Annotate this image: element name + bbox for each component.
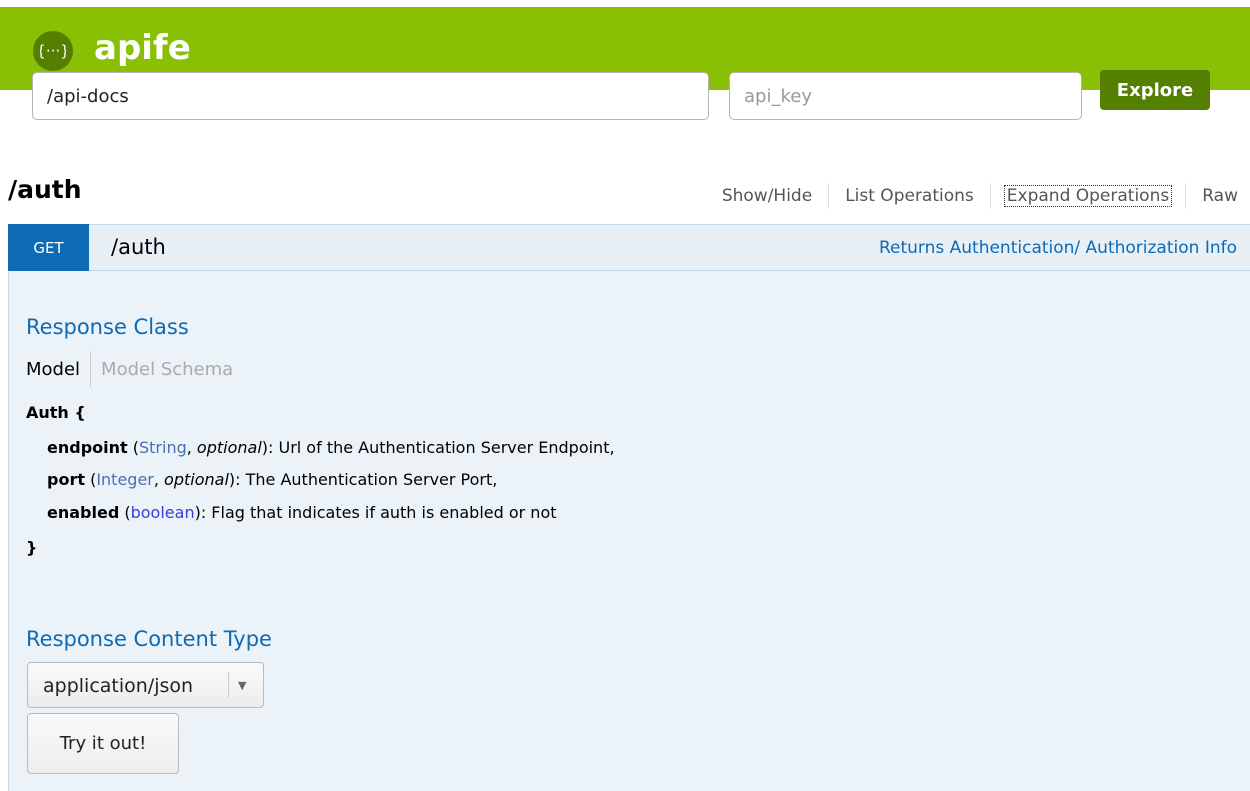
operation-content bbox=[8, 271, 1250, 791]
model-field-enabled: enabled (boolean): Flag that indicates i… bbox=[47, 503, 557, 522]
api-key-input[interactable] bbox=[729, 72, 1082, 120]
expand-operations-link[interactable]: Expand Operations bbox=[1003, 185, 1173, 207]
header-top-border bbox=[0, 0, 1250, 7]
api-url-input[interactable] bbox=[32, 72, 709, 120]
response-content-type-title: Response Content Type bbox=[26, 627, 272, 651]
http-method-badge[interactable]: GET bbox=[8, 224, 89, 271]
chevron-down-icon: ▼ bbox=[238, 679, 247, 692]
model-schema-tab[interactable]: Model Schema bbox=[91, 359, 233, 380]
list-operations-link[interactable]: List Operations bbox=[829, 186, 990, 206]
resource-title[interactable]: /auth bbox=[8, 172, 82, 208]
model-tab[interactable]: Model bbox=[26, 359, 90, 380]
content-type-value: application/json bbox=[43, 675, 194, 697]
operation-path[interactable]: /auth bbox=[111, 230, 166, 264]
resource-actions: Show/Hide List Operations Expand Operati… bbox=[706, 180, 1238, 212]
explore-button[interactable]: Explore bbox=[1100, 70, 1210, 110]
select-divider bbox=[228, 672, 229, 698]
model-close: } bbox=[26, 538, 38, 557]
model-field-port: port (Integer, optional): The Authentica… bbox=[47, 470, 498, 489]
svg-text:{···}: {···} bbox=[40, 42, 66, 60]
model-open: Auth { bbox=[26, 403, 86, 422]
braces-dots-icon[interactable]: {···} bbox=[33, 31, 73, 71]
response-class-title: Response Class bbox=[26, 315, 189, 339]
app-logo-name[interactable]: apife bbox=[94, 28, 191, 68]
operation-summary[interactable]: Returns Authentication/ Authorization In… bbox=[879, 234, 1237, 262]
link-divider bbox=[989, 183, 991, 209]
model-tabs: Model Model Schema bbox=[26, 351, 233, 387]
raw-link[interactable]: Raw bbox=[1186, 186, 1238, 206]
model-field-endpoint: endpoint (String, optional): Url of the … bbox=[47, 438, 615, 457]
try-it-out-button[interactable]: Try it out! bbox=[27, 713, 179, 774]
content-type-select[interactable]: application/json ▼ bbox=[27, 662, 264, 708]
show-hide-link[interactable]: Show/Hide bbox=[706, 186, 828, 206]
